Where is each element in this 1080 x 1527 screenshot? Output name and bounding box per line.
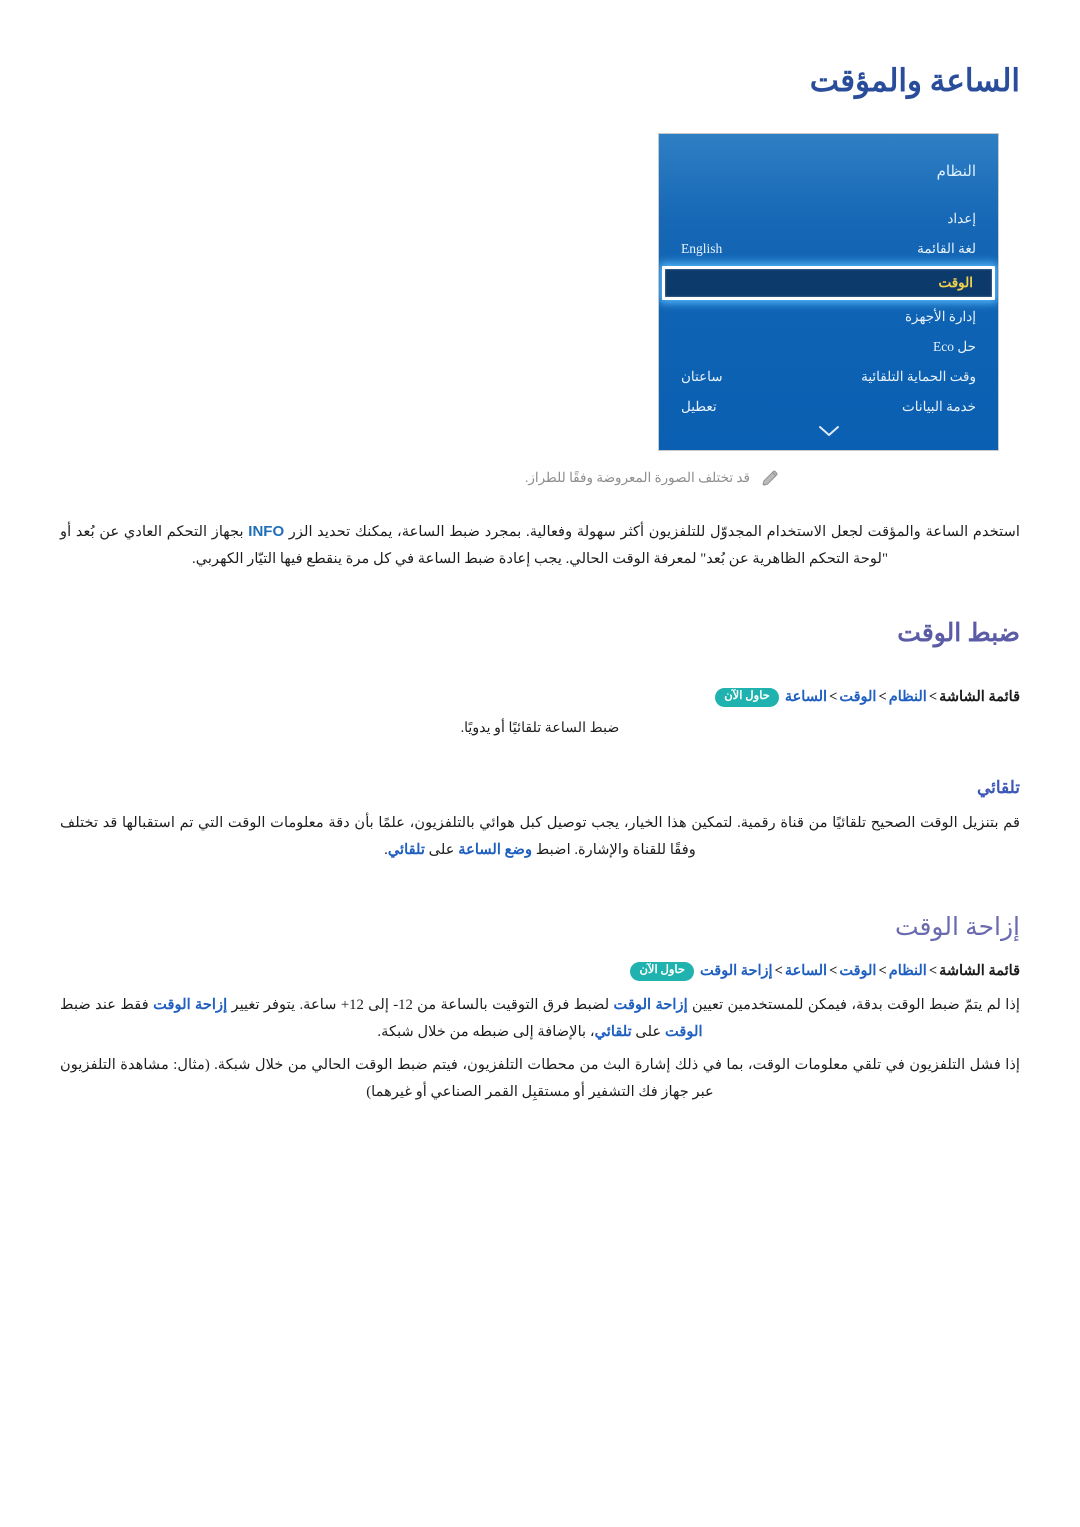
tv-menu-rows: النظام إعداد لغة القائمة English الوقت إ… <box>659 134 998 450</box>
tv-menu-item-label: لغة القائمة <box>917 241 976 256</box>
info-key-label: INFO <box>248 523 285 540</box>
time-offset-paragraph: إذا لم يتمّ ضبط الوقت بدقة، فيمكن للمستخ… <box>60 992 1020 1046</box>
tv-menu-item-label: حل Eco <box>933 339 976 354</box>
tv-menu-item-value: English <box>681 241 723 256</box>
section-heading-time-offset: إزاحة الوقت <box>894 914 1020 941</box>
offset-emphasis-automatic: تلقائي <box>594 1024 632 1041</box>
breadcrumb-root: قائمة الشاشة <box>939 689 1020 705</box>
breadcrumb-item-time[interactable]: الوقت <box>839 963 876 979</box>
chevron-down-icon[interactable] <box>659 423 998 440</box>
auto-text-part1: قم بتنزيل الوقت الصحيح تلقائيًا من قناة … <box>60 815 1020 859</box>
intro-paragraph: استخدم الساعة والمؤقت لجعل الاستخدام الم… <box>60 518 1020 573</box>
breadcrumb-item-clock[interactable]: الساعة <box>785 689 827 705</box>
tv-menu-item-time-selected[interactable]: الوقت <box>662 266 995 300</box>
tv-menu-item-setup[interactable]: إعداد <box>659 204 998 234</box>
breadcrumb-root: قائمة الشاشة <box>939 963 1020 979</box>
breadcrumb-item-system[interactable]: النظام <box>889 963 927 979</box>
breadcrumb-separator: > <box>928 689 938 705</box>
breadcrumb-clock[interactable]: قائمة الشاشة>النظام>الوقت>الساعةحاول الآ… <box>60 688 1020 707</box>
network-time-paragraph: إذا فشل التلفزيون في تلقي معلومات الوقت،… <box>60 1057 1020 1101</box>
automatic-paragraph: قم بتنزيل الوقت الصحيح تلقائيًا من قناة … <box>60 810 1020 864</box>
tv-menu-header-label: النظام <box>936 163 976 180</box>
tv-menu-header: النظام <box>659 152 998 190</box>
auto-emphasis-automatic: تلقائي <box>387 842 425 859</box>
offset-emphasis-time-offset-2: إزاحة الوقت <box>153 997 228 1013</box>
tv-menu-item-device-manager[interactable]: إدارة الأجهزة <box>659 302 998 332</box>
document-page: الساعة والمؤقت النظام إعداد لغة القائمة … <box>0 0 1080 1527</box>
breadcrumb-separator: > <box>928 963 938 979</box>
breadcrumb-time-offset[interactable]: قائمة الشاشة>النظام>الوقت>الساعة>إزاحة ا… <box>60 962 1020 981</box>
subsection-heading-automatic: تلقائي <box>976 778 1020 797</box>
tv-menu-item-value: ساعتان <box>681 369 723 384</box>
offset-text-part3: فقط عند ضبط <box>60 997 154 1013</box>
try-now-badge[interactable]: حاول الآن <box>715 688 779 707</box>
offset-text-part4: على <box>631 1024 665 1041</box>
try-now-badge[interactable]: حاول الآن <box>630 962 695 981</box>
auto-text-part2: على <box>425 842 459 859</box>
tv-menu-item-label: وقت الحماية التلقائية <box>861 369 976 384</box>
set-clock-note: ضبط الساعة تلقائيًا أو يدويًا. <box>460 720 620 736</box>
auto-emphasis-clock-mode: وضع الساعة <box>458 842 533 859</box>
intro-text-part1: استخدم الساعة والمؤقت لجعل الاستخدام الم… <box>284 524 1020 540</box>
offset-text-part1: إذا لم يتمّ ضبط الوقت بدقة، فيمكن للمستخ… <box>687 997 1021 1013</box>
pencil-icon <box>760 468 780 488</box>
offset-emphasis-time: الوقت <box>664 1024 703 1041</box>
tv-menu-item-label: إدارة الأجهزة <box>904 309 976 324</box>
breadcrumb-item-clock[interactable]: الساعة <box>785 963 827 979</box>
breadcrumb-item-time-offset[interactable]: إزاحة الوقت <box>700 963 773 979</box>
tv-menu-item-label: الوقت <box>938 275 973 290</box>
tv-menu-item-label: إعداد <box>947 211 976 226</box>
offset-text-part5: ، بالإضافة إلى ضبطه من خلال شبكة. <box>377 1024 595 1041</box>
offset-text-part2: لضبط فرق التوقيت بالساعة من 12- إلى 12+ … <box>227 997 614 1013</box>
section-heading-set-clock: ضبط الوقت <box>897 620 1020 647</box>
tv-menu-item-menu-language[interactable]: لغة القائمة English <box>659 234 998 264</box>
breadcrumb-separator: > <box>829 689 838 705</box>
breadcrumb-item-time[interactable]: الوقت <box>839 689 876 705</box>
offset-emphasis-time-offset-1: إزاحة الوقت <box>613 997 688 1013</box>
breadcrumb-separator: > <box>878 689 887 705</box>
figure-caption-text: قد تختلف الصورة المعروضة وفقًا للطراز. <box>524 470 750 485</box>
tv-menu-item-auto-protection-time[interactable]: وقت الحماية التلقائية ساعتان <box>659 362 998 392</box>
tv-menu-item-eco-solution[interactable]: حل Eco <box>659 332 998 362</box>
tv-menu-item-data-service[interactable]: خدمة البيانات تعطيل <box>659 392 998 422</box>
breadcrumb-separator: > <box>829 963 838 979</box>
breadcrumb-separator: > <box>878 963 887 979</box>
page-title: الساعة والمؤقت <box>809 63 1020 98</box>
tv-menu-item-label: خدمة البيانات <box>902 399 976 414</box>
breadcrumb-separator: > <box>774 963 783 979</box>
tv-menu-panel: النظام إعداد لغة القائمة English الوقت إ… <box>658 133 999 451</box>
figure-caption: قد تختلف الصورة المعروضة وفقًا للطراز. <box>80 468 1020 488</box>
tv-menu-item-value: تعطيل <box>681 399 717 414</box>
breadcrumb-item-system[interactable]: النظام <box>889 689 927 705</box>
